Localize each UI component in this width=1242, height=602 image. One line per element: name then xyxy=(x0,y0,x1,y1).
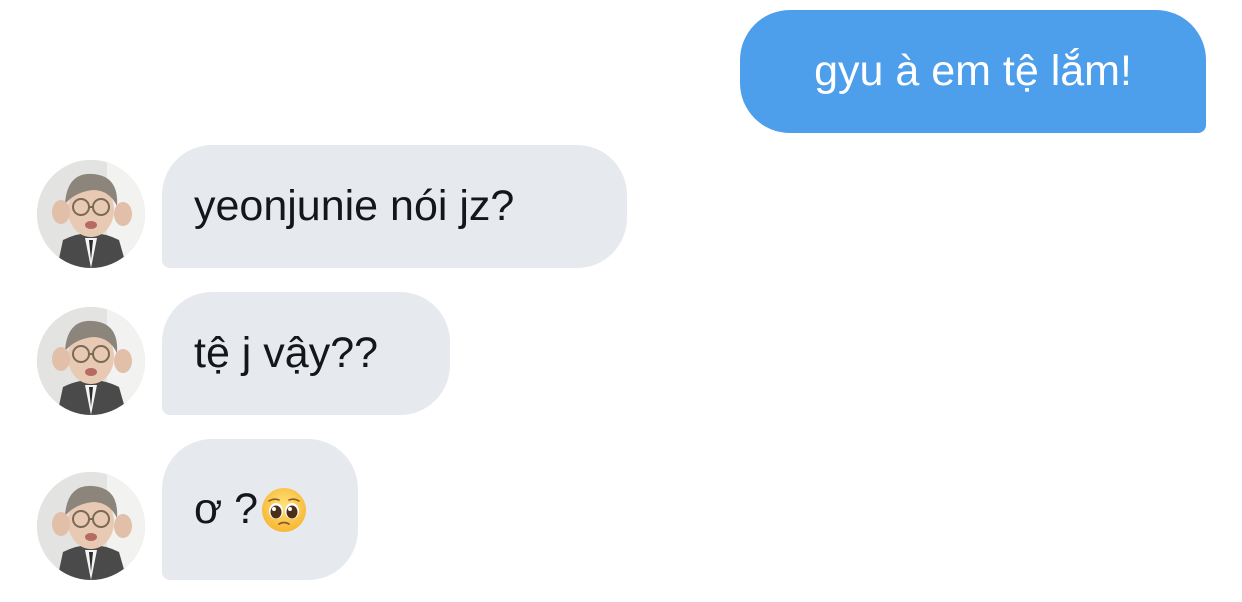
avatar-photo xyxy=(37,472,145,580)
message-text: ơ ? xyxy=(194,485,259,533)
message-thread: gyu à em tệ lắm! yeonjunie nói jz? tệ j … xyxy=(0,0,1242,602)
message-bubble-outgoing[interactable]: gyu à em tệ lắm! xyxy=(740,10,1206,133)
message-bubble-incoming[interactable]: tệ j vậy?? xyxy=(162,292,450,415)
avatar-photo xyxy=(37,307,145,415)
avatar[interactable] xyxy=(37,160,145,268)
avatar-photo xyxy=(37,160,145,268)
message-text: gyu à em tệ lắm! xyxy=(814,47,1132,95)
message-bubble-incoming[interactable]: ơ ? xyxy=(162,439,358,580)
avatar[interactable] xyxy=(37,307,145,415)
message-text: yeonjunie nói jz? xyxy=(194,182,515,230)
message-bubble-incoming[interactable]: yeonjunie nói jz? xyxy=(162,145,627,268)
pleading-face-icon xyxy=(260,486,308,534)
avatar[interactable] xyxy=(37,472,145,580)
message-text: tệ j vậy?? xyxy=(194,329,379,377)
